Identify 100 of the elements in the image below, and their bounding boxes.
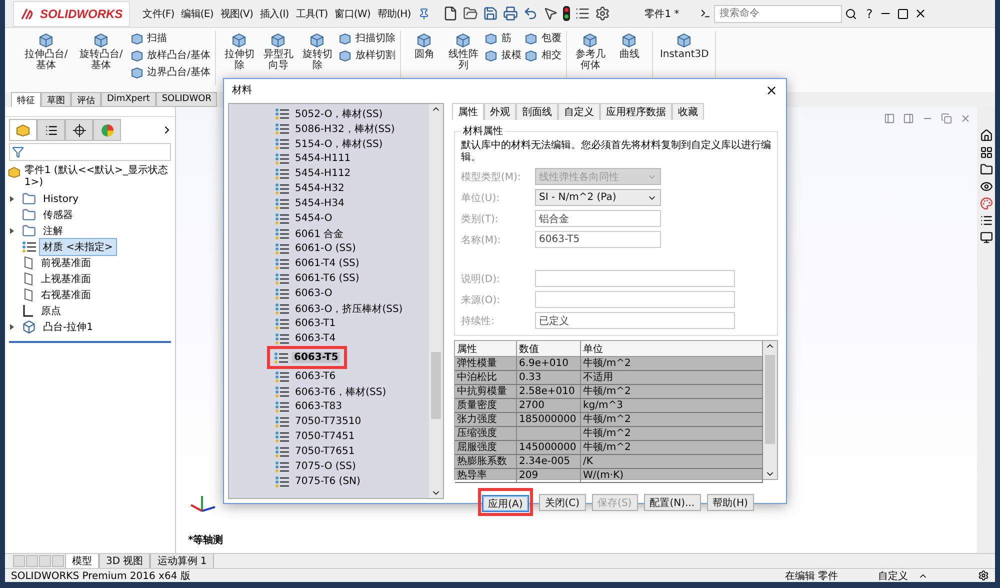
material-item[interactable]: 5454-H112: [293, 168, 353, 179]
maximize-icon[interactable]: [897, 8, 910, 20]
command-label[interactable]: Instant3D: [660, 49, 709, 60]
command-label[interactable]: 拉伸凸台/基体: [20, 49, 72, 71]
settings-icon[interactable]: [978, 570, 989, 581]
search-field[interactable]: 搜索命令: [714, 4, 842, 22]
view-icon[interactable]: [980, 180, 992, 193]
scrollbar[interactable]: [429, 104, 443, 498]
input-field[interactable]: 6063-T5: [535, 231, 661, 248]
menu-item[interactable]: 帮助(H): [377, 6, 411, 20]
material-item[interactable]: 5154-O，棒材(SS): [293, 136, 385, 150]
command-label[interactable]: 扫描切除: [355, 31, 396, 45]
expand-arrow-icon[interactable]: [9, 323, 15, 331]
tree-root-label[interactable]: 零件1 (默认<<默认>_显示状态 1>): [24, 165, 173, 189]
material-item[interactable]: 5454-H34: [293, 198, 346, 209]
material-item[interactable]: 7075-T6 (SN): [293, 476, 362, 487]
grid-icon[interactable]: [980, 146, 992, 159]
material-item[interactable]: 6063-T5: [292, 352, 340, 363]
dialog-tab[interactable]: 收藏: [672, 103, 704, 120]
dialog-tab[interactable]: 属性: [452, 103, 484, 120]
model-tab[interactable]: 模型: [65, 554, 99, 568]
folder-icon[interactable]: [980, 163, 992, 176]
feature-icon[interactable]: [484, 32, 498, 44]
new-file-icon[interactable]: [442, 6, 458, 21]
material-item[interactable]: 5454-H32: [293, 183, 346, 194]
tree-item[interactable]: 注解: [39, 222, 67, 240]
tree-item[interactable]: 右视基准面: [37, 286, 95, 304]
expand-arrow-icon[interactable]: [9, 227, 15, 235]
feature-icon[interactable]: [130, 48, 144, 62]
list-icon[interactable]: [574, 6, 590, 21]
dropdown[interactable]: SI - N/m^2 (Pa): [535, 189, 661, 206]
input-field[interactable]: [535, 291, 735, 308]
menu-item[interactable]: 视图(V): [220, 6, 254, 20]
units-menu[interactable]: 自定义: [878, 568, 908, 582]
traffic-light-icon[interactable]: [562, 6, 570, 21]
print-icon[interactable]: [502, 6, 518, 21]
dialog-tab[interactable]: 外观: [484, 103, 516, 120]
menu-item[interactable]: 工具(T): [296, 6, 328, 20]
material-item[interactable]: 6063-T1: [293, 318, 338, 329]
close-icon[interactable]: [765, 84, 778, 96]
feature-icon[interactable]: [484, 48, 498, 62]
command-label[interactable]: 拉伸切除: [221, 49, 258, 71]
material-item[interactable]: 6063-T6，棒材(SS): [293, 384, 388, 398]
dialog-tab[interactable]: 剖面线: [516, 103, 558, 120]
tree-item[interactable]: 凸台-拉伸1: [39, 318, 97, 336]
dialog-button[interactable]: 应用(A): [482, 495, 529, 512]
scroll-thumb[interactable]: [431, 352, 441, 420]
tree-item[interactable]: 上视基准面: [37, 270, 95, 288]
command-label[interactable]: 旋转凸台/基体: [75, 49, 127, 71]
tree-item[interactable]: 原点: [37, 302, 65, 320]
command-label[interactable]: 异型孔向导: [260, 49, 296, 71]
open-folder-icon[interactable]: [462, 6, 478, 21]
monitor-icon[interactable]: [980, 231, 992, 244]
feature-icon[interactable]: [524, 48, 538, 62]
scroll-thumb[interactable]: [765, 354, 775, 444]
material-item[interactable]: 7075-O (SS): [293, 461, 358, 472]
command-label[interactable]: 扫描: [147, 31, 167, 45]
material-item[interactable]: 6061-T6 (SS): [293, 273, 362, 284]
dialog-button[interactable]: 帮助(H): [706, 494, 754, 510]
command-tab[interactable]: 特征: [11, 92, 41, 107]
material-item[interactable]: 5454-O: [293, 213, 334, 224]
command-label[interactable]: 筋: [501, 31, 512, 45]
close-icon[interactable]: [914, 7, 928, 20]
material-item[interactable]: 7050-T7451: [293, 431, 357, 442]
panel-tab[interactable]: [65, 119, 93, 141]
command-label[interactable]: 曲线: [619, 49, 640, 60]
material-item[interactable]: 5052-O，棒材(SS): [293, 106, 385, 120]
list-icon[interactable]: [980, 214, 992, 227]
command-tab[interactable]: SOLIDWOR: [156, 92, 218, 107]
material-item[interactable]: 6063-O，挤压棒材(SS): [293, 302, 405, 316]
feature-icon[interactable]: [130, 66, 144, 78]
command-label[interactable]: 参考几何体: [572, 49, 608, 71]
menu-item[interactable]: 文件(F): [142, 6, 174, 20]
command-tab[interactable]: 草图: [41, 92, 71, 107]
material-item[interactable]: 6063-O: [293, 288, 334, 299]
model-tab[interactable]: 3D 视图: [99, 554, 150, 568]
expand-arrow-icon[interactable]: [9, 195, 15, 203]
panel-icon[interactable]: [884, 113, 895, 124]
undo-icon[interactable]: [522, 6, 538, 21]
feature-icon[interactable]: [524, 32, 538, 44]
material-item[interactable]: 7050-T73510: [293, 416, 364, 427]
command-label[interactable]: 边界凸台/基体: [147, 65, 210, 79]
tree-item[interactable]: 传感器: [39, 206, 77, 224]
palette-icon[interactable]: [980, 197, 992, 210]
material-item[interactable]: 7050-T7651: [293, 446, 357, 457]
home-icon[interactable]: [980, 129, 992, 142]
restore-icon[interactable]: [941, 113, 952, 124]
menu-item[interactable]: 编辑(E): [181, 6, 214, 20]
material-item[interactable]: 5454-H111: [293, 153, 353, 164]
dialog-button[interactable]: 配置(N)...: [644, 494, 701, 510]
save-icon[interactable]: [482, 6, 498, 21]
scrollbar[interactable]: [763, 341, 777, 479]
command-tab[interactable]: DimXpert: [101, 92, 156, 107]
command-label[interactable]: 包覆: [541, 31, 562, 45]
tree-item[interactable]: 材质 <未指定>: [39, 238, 117, 256]
input-field[interactable]: 铝合金: [535, 210, 661, 227]
material-item[interactable]: 6061-O (SS): [293, 243, 358, 254]
select-icon[interactable]: [542, 6, 558, 21]
feature-icon[interactable]: [130, 32, 144, 44]
input-field[interactable]: 已定义: [535, 312, 735, 329]
